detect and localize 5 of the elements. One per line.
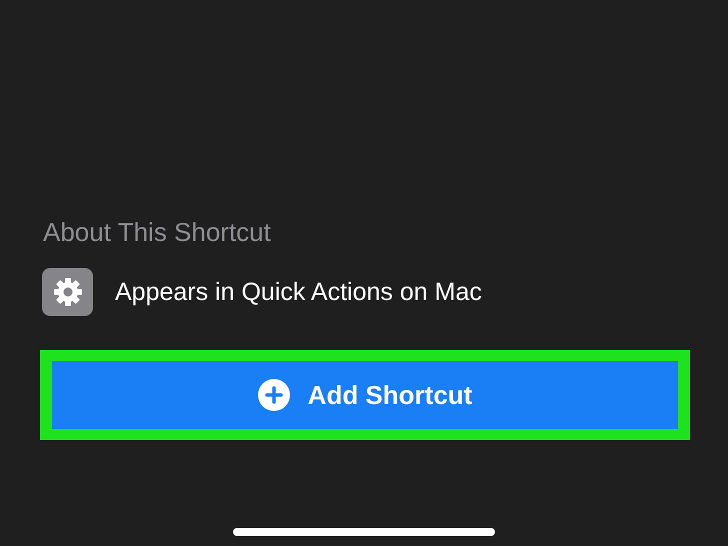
- info-text: Appears in Quick Actions on Mac: [115, 278, 482, 306]
- section-title: About This Shortcut: [43, 216, 272, 248]
- plus-icon: [258, 379, 290, 411]
- add-shortcut-button[interactable]: Add Shortcut: [52, 361, 678, 429]
- gear-icon: [42, 268, 93, 316]
